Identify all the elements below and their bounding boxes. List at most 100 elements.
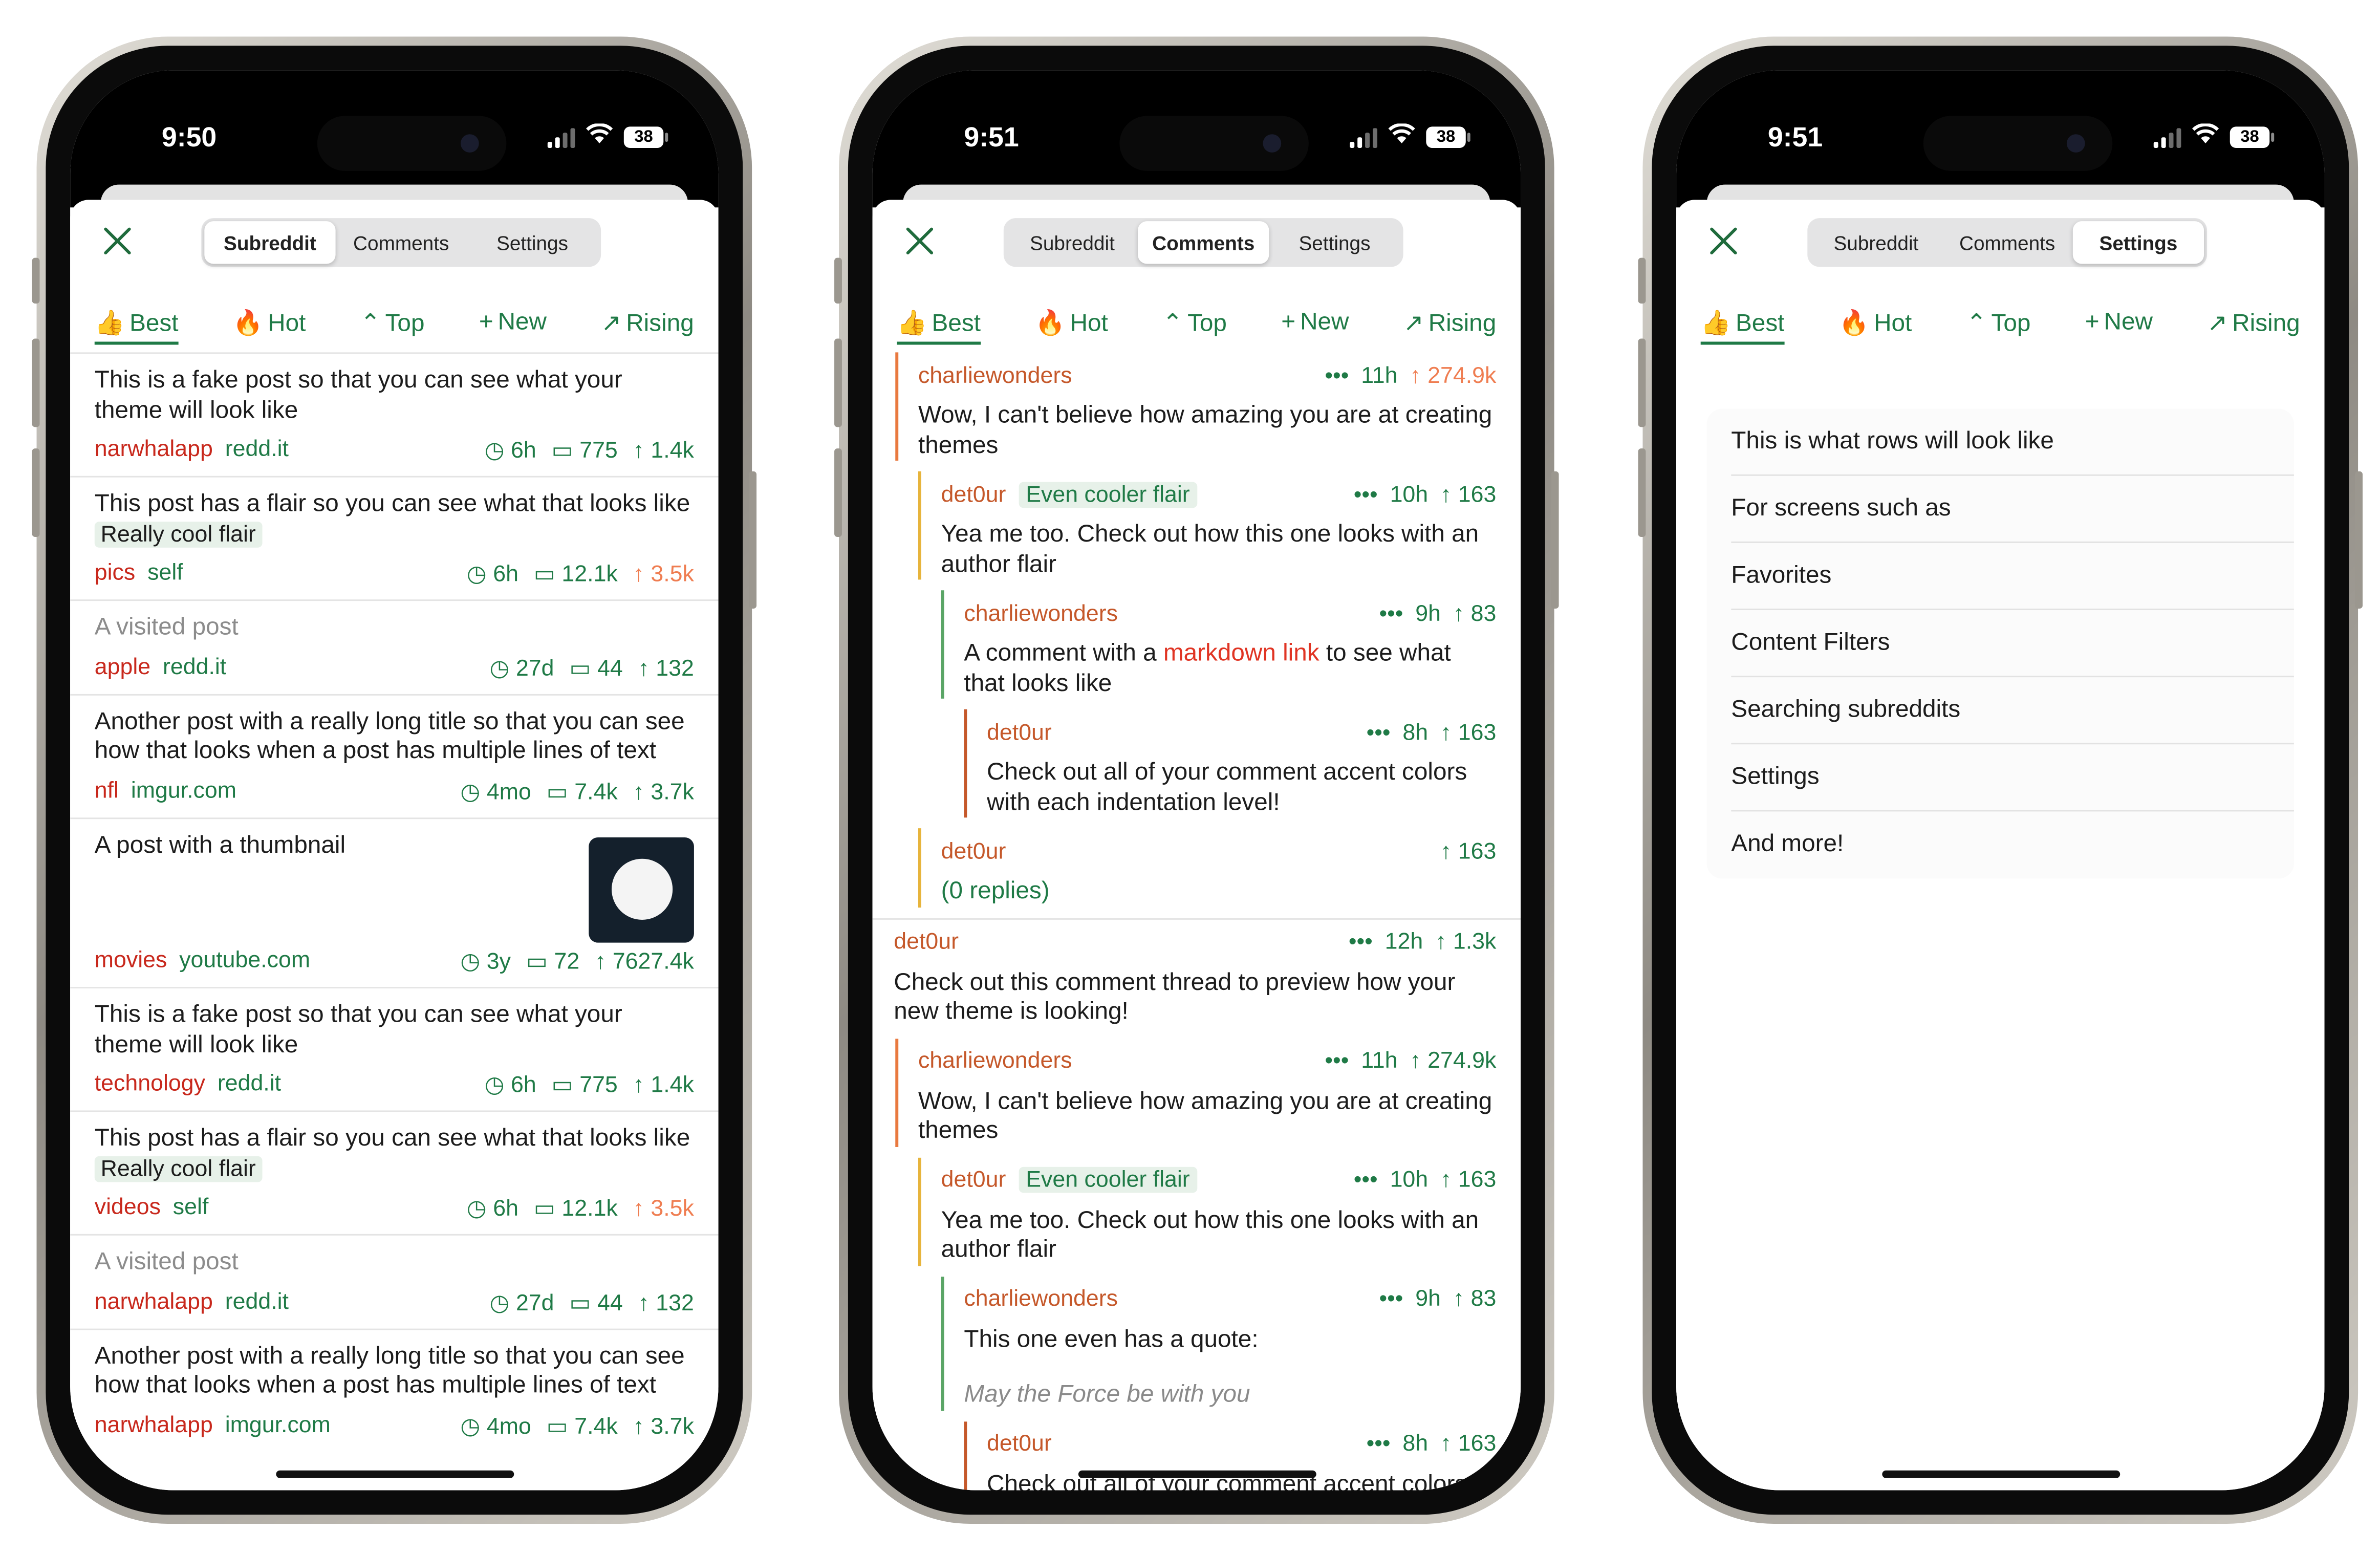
markdown-link[interactable]: markdown link <box>1163 641 1319 667</box>
post-row[interactable]: This post has a flair so you can see wha… <box>70 476 719 599</box>
more-icon[interactable]: ••• <box>1325 362 1349 389</box>
comment-count[interactable]: ▭ 775 <box>552 1072 618 1098</box>
subreddit-link[interactable]: apple <box>95 654 150 680</box>
settings-row[interactable]: For screens such as <box>1707 476 2294 543</box>
post-domain[interactable]: self <box>173 1194 209 1220</box>
comment-count[interactable]: ▭ 72 <box>526 949 579 975</box>
comment-author[interactable]: det0ur <box>941 838 1006 865</box>
tab-comments[interactable]: Comments <box>336 221 467 264</box>
sort-rising[interactable]: ↗ Rising <box>1403 308 1496 339</box>
close-icon[interactable] <box>1705 223 1742 260</box>
sort-rising[interactable]: ↗ Rising <box>601 308 694 339</box>
comment-count[interactable]: ▭ 775 <box>552 438 618 464</box>
settings-row[interactable]: Settings <box>1707 744 2294 812</box>
segmented-control[interactable]: Subreddit Comments Settings <box>1003 218 1403 267</box>
post-row[interactable]: This post has a flair so you can see wha… <box>70 1110 719 1234</box>
post-domain[interactable]: redd.it <box>225 436 289 462</box>
sort-top[interactable]: ⌃ Top <box>1162 308 1227 339</box>
more-icon[interactable]: ••• <box>1349 929 1373 955</box>
settings-row[interactable]: Searching subreddits <box>1707 677 2294 745</box>
post-thumbnail[interactable] <box>589 836 694 942</box>
sort-new[interactable]: + New <box>479 310 547 337</box>
post-row[interactable]: A visited post apple redd.it ◷ 27d ▭ 44 ↑ 132 <box>70 599 719 693</box>
comment[interactable]: det0ur ↑ 163 (0 replies) <box>918 828 1521 907</box>
more-icon[interactable]: ••• <box>1367 719 1391 745</box>
comment-author[interactable]: det0ur Even cooler flair <box>941 1167 1198 1193</box>
subreddit-link[interactable]: movies <box>95 947 167 974</box>
comment-author[interactable]: charliewonders <box>964 600 1118 627</box>
more-icon[interactable]: ••• <box>1354 481 1378 507</box>
comment-author[interactable]: det0ur Even cooler flair <box>941 481 1198 507</box>
settings-row[interactable]: Content Filters <box>1707 610 2294 678</box>
more-icon[interactable]: ••• <box>1379 1286 1403 1312</box>
post-title[interactable]: Another post with a really long title so… <box>95 1342 694 1401</box>
subreddit-link[interactable]: videos <box>95 1194 161 1220</box>
comment-author[interactable]: charliewonders <box>918 1048 1072 1074</box>
sort-new[interactable]: + New <box>1281 310 1349 337</box>
comment-count[interactable]: ▭ 7.4k <box>547 779 618 805</box>
sort-hot[interactable]: 🔥 Hot <box>1839 308 1912 339</box>
subreddit-link[interactable]: narwhalapp <box>95 1412 213 1438</box>
comment-count[interactable]: ▭ 12.1k <box>534 562 618 588</box>
comment-author[interactable]: det0ur <box>894 929 959 955</box>
close-icon[interactable] <box>901 223 938 260</box>
post-domain[interactable]: imgur.com <box>225 1412 331 1438</box>
comment[interactable]: det0ur ••• 12h ↑ 1.3k Check out this comment… <box>872 917 1521 1027</box>
post-row[interactable]: Another post with a really long title so… <box>70 693 719 816</box>
post-title[interactable]: This is a fake post so that you can see … <box>95 366 694 425</box>
comment[interactable]: charliewonders ••• 11h ↑ 274.9k Wow, I can't… <box>895 352 1521 461</box>
subreddit-link[interactable]: technology <box>95 1071 205 1097</box>
settings-row[interactable]: And more! <box>1707 811 2294 878</box>
sort-best[interactable]: 👍 Best <box>897 308 981 345</box>
sort-hot[interactable]: 🔥 Hot <box>1035 308 1108 339</box>
post-title[interactable]: This post has a flair so you can see wha… <box>94 1124 694 1183</box>
more-icon[interactable]: ••• <box>1379 600 1403 627</box>
post-domain[interactable]: redd.it <box>163 654 226 680</box>
settings-row[interactable]: This is what rows will look like <box>1707 409 2294 476</box>
comment[interactable]: charliewonders ••• 9h ↑ 83 A comment with a … <box>941 590 1521 699</box>
comment[interactable]: charliewonders ••• 11h ↑ 274.9k Wow, I can't… <box>895 1038 1521 1147</box>
more-icon[interactable]: ••• <box>1325 1048 1349 1074</box>
close-icon[interactable] <box>99 223 136 260</box>
subreddit-link[interactable]: pics <box>95 560 136 586</box>
post-domain[interactable]: redd.it <box>218 1071 281 1097</box>
tab-settings[interactable]: Settings <box>2072 221 2204 264</box>
comment-count[interactable]: ▭ 7.4k <box>547 1413 618 1439</box>
post-row[interactable]: A visited post narwhalapp redd.it ◷ 27d ▭ 44… <box>70 1234 719 1328</box>
tab-settings[interactable]: Settings <box>467 221 598 264</box>
segmented-control[interactable]: Subreddit Comments Settings <box>201 218 601 267</box>
more-icon[interactable]: ••• <box>1354 1167 1378 1193</box>
comment-count[interactable]: ▭ 44 <box>569 1290 622 1316</box>
comment-count[interactable]: ▭ 44 <box>569 655 622 681</box>
sort-best[interactable]: 👍 Best <box>1700 308 1784 345</box>
post-row[interactable]: This is a fake post so that you can see … <box>70 352 719 476</box>
post-row[interactable]: This is a fake post so that you can see … <box>70 987 719 1110</box>
post-row[interactable]: A post with a thumbnail movies youtube.com… <box>70 816 719 987</box>
post-title[interactable]: A visited post <box>95 613 694 643</box>
tab-comments[interactable]: Comments <box>1138 221 1269 264</box>
sort-rising[interactable]: ↗ Rising <box>2207 308 2300 339</box>
tab-settings[interactable]: Settings <box>1269 221 1400 264</box>
subreddit-link[interactable]: nfl <box>95 777 119 803</box>
comment[interactable]: det0ur Even cooler flair ••• 10h ↑ 163 Yea me… <box>918 471 1521 580</box>
more-icon[interactable]: ••• <box>1367 1431 1391 1457</box>
post-title[interactable]: A visited post <box>95 1248 694 1278</box>
settings-row[interactable]: Favorites <box>1707 543 2294 610</box>
sort-new[interactable]: + New <box>2085 310 2153 337</box>
post-title[interactable]: This post has a flair so you can see wha… <box>94 490 694 549</box>
subreddit-link[interactable]: narwhalapp <box>95 1288 213 1314</box>
subreddit-link[interactable]: narwhalapp <box>95 436 213 462</box>
comment[interactable]: det0ur ••• 8h ↑ 163 Check out all of your co… <box>964 709 1521 818</box>
post-domain[interactable]: youtube.com <box>179 947 310 974</box>
comment-author[interactable]: det0ur <box>987 1431 1052 1457</box>
comment-count[interactable]: ▭ 12.1k <box>534 1196 618 1222</box>
comment[interactable]: det0ur ••• 8h ↑ 163 Check out all of your co… <box>964 1420 1521 1491</box>
post-title[interactable]: Another post with a really long title so… <box>95 707 694 766</box>
tab-subreddit[interactable]: Subreddit <box>204 221 336 264</box>
segmented-control[interactable]: Subreddit Comments Settings <box>1807 218 2208 267</box>
post-domain[interactable]: imgur.com <box>131 777 236 803</box>
comment-author[interactable]: det0ur <box>987 719 1052 745</box>
comment-author[interactable]: charliewonders <box>964 1286 1118 1312</box>
sort-top[interactable]: ⌃ Top <box>360 308 425 339</box>
post-row[interactable]: Another post with a really long title so… <box>70 1328 719 1451</box>
